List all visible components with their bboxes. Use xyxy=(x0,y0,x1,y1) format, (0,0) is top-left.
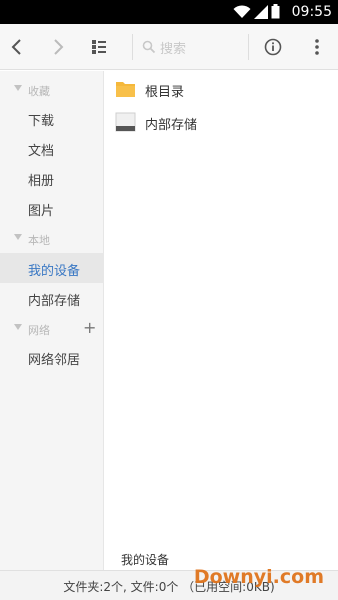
section-network[interactable]: 网络 + xyxy=(0,318,104,340)
view-mode-button[interactable] xyxy=(85,33,113,61)
sidebar-item-pictures[interactable]: 图片 xyxy=(0,193,104,223)
toolbar-divider xyxy=(132,34,133,60)
watermark-logo: Downyi.com xyxy=(193,566,324,588)
sidebar-item-label: 图片 xyxy=(28,204,55,219)
sidebar-item-label: 下载 xyxy=(28,114,55,129)
current-path: 我的设备 xyxy=(121,553,170,567)
file-name: 内部存储 xyxy=(145,118,198,133)
section-local[interactable]: 本地 xyxy=(0,228,104,250)
sidebar-item-network-neighborhood[interactable]: 网络邻居 xyxy=(0,342,104,372)
collapse-arrow-icon xyxy=(14,234,22,240)
section-label: 收藏 xyxy=(28,85,50,98)
section-favorites[interactable]: 收藏 xyxy=(0,79,104,101)
sidebar-item-my-device[interactable]: 我的设备 xyxy=(0,253,104,283)
more-options-button[interactable] xyxy=(303,33,331,61)
more-vertical-icon xyxy=(315,39,319,55)
sidebar: 收藏 下载 文档 相册 图片 本地 我的设备 内部存储 网络 + 网络邻居 xyxy=(0,71,104,570)
section-label: 本地 xyxy=(28,234,50,247)
info-icon xyxy=(264,38,282,56)
storage-icon xyxy=(115,112,136,132)
info-button[interactable] xyxy=(259,33,287,61)
sidebar-item-label: 我的设备 xyxy=(28,264,81,279)
list-item[interactable]: 内部存储 xyxy=(105,106,338,140)
sidebar-item-internal-storage[interactable]: 内部存储 xyxy=(0,283,104,313)
status-icons xyxy=(233,4,280,19)
file-name: 根目录 xyxy=(145,85,185,100)
toolbar: 搜索 xyxy=(0,24,338,70)
sidebar-item-label: 网络邻居 xyxy=(28,353,81,368)
sidebar-item-downloads[interactable]: 下载 xyxy=(0,103,104,133)
sidebar-item-documents[interactable]: 文档 xyxy=(0,133,104,163)
signal-icon xyxy=(254,4,268,19)
search-field[interactable]: 搜索 xyxy=(142,34,246,60)
sidebar-item-label: 相册 xyxy=(28,174,55,189)
search-icon xyxy=(142,40,156,54)
forward-button[interactable] xyxy=(44,33,72,61)
section-label: 网络 xyxy=(28,324,50,337)
add-network-button[interactable]: + xyxy=(83,318,96,338)
folder-icon xyxy=(116,82,135,97)
toolbar-divider xyxy=(248,34,249,60)
status-bar: 09:55 xyxy=(0,0,338,24)
search-placeholder: 搜索 xyxy=(160,41,187,57)
collapse-arrow-icon xyxy=(14,85,22,91)
collapse-arrow-icon xyxy=(14,324,22,330)
file-list: 根目录 内部存储 我的设备 xyxy=(105,71,338,570)
chevron-left-icon xyxy=(11,39,21,55)
sidebar-item-label: 内部存储 xyxy=(28,294,81,309)
status-time: 09:55 xyxy=(291,4,332,20)
sidebar-item-albums[interactable]: 相册 xyxy=(0,163,104,193)
list-view-icon xyxy=(92,40,106,54)
battery-icon xyxy=(271,4,280,19)
chevron-right-icon xyxy=(54,39,64,55)
wifi-icon xyxy=(233,4,251,18)
list-item[interactable]: 根目录 xyxy=(105,73,338,107)
back-button[interactable] xyxy=(3,33,31,61)
sidebar-item-label: 文档 xyxy=(28,144,55,159)
